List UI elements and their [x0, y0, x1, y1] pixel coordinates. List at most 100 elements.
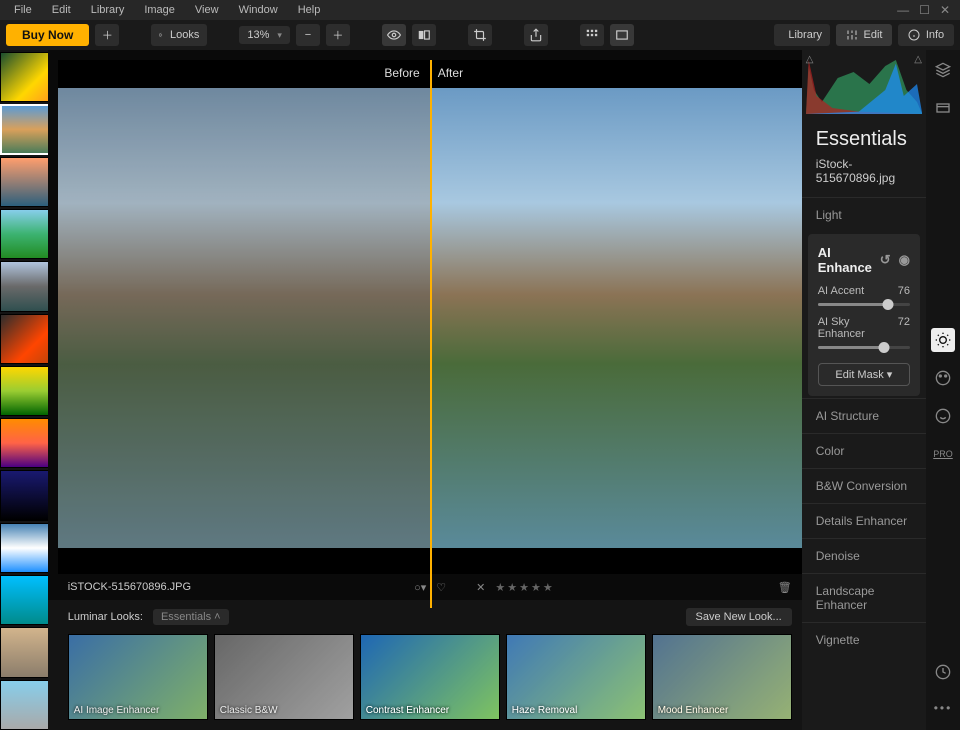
filename-label: iSTOCK-515670896.JPG [68, 581, 191, 593]
thumbnail[interactable] [0, 627, 48, 677]
section-vignette[interactable]: Vignette [802, 622, 926, 657]
titlebar: File Edit Library Image View Window Help… [0, 0, 960, 20]
looks-label: Luminar Looks: [68, 611, 143, 623]
zoom-dropdown[interactable]: 13%▾ [239, 26, 290, 44]
image-footer: iSTOCK-515670896.JPG ○▾ ♡ ✕ ★★★★★ 🗑 [48, 574, 802, 600]
grid-icon [585, 28, 599, 42]
history-tab-icon[interactable] [931, 660, 955, 684]
essentials-tab-icon[interactable] [931, 328, 955, 352]
minimize-icon[interactable]: — [897, 3, 909, 17]
histogram[interactable]: △ △ [806, 54, 922, 114]
compare-icon [417, 28, 431, 42]
thumbnail[interactable] [0, 261, 48, 311]
section-color[interactable]: Color [802, 433, 926, 468]
zoom-in-button[interactable]: ＋ [326, 24, 350, 46]
look-preset[interactable]: Mood Enhancer [652, 634, 792, 720]
rating-stars[interactable]: ★★★★★ [495, 581, 554, 594]
image-canvas[interactable] [58, 88, 802, 548]
thumbnail[interactable] [0, 575, 48, 625]
tab-library[interactable]: Library [774, 24, 830, 46]
panel-title: Essentials [802, 124, 926, 157]
flag-icon[interactable]: ○▾ [414, 581, 426, 594]
after-label: After [438, 66, 463, 80]
look-preset[interactable]: Haze Removal [506, 634, 646, 720]
pro-tab[interactable]: PRO [931, 442, 955, 466]
reject-icon[interactable]: ✕ [476, 581, 485, 594]
heart-icon[interactable]: ♡ [436, 581, 446, 594]
add-button[interactable]: ＋ [95, 24, 119, 46]
menu-library[interactable]: Library [81, 4, 135, 16]
menu-image[interactable]: Image [134, 4, 185, 16]
close-icon[interactable]: ✕ [940, 3, 950, 17]
looks-category[interactable]: Essentials ˄ [153, 609, 229, 625]
looks-button[interactable]: Looks [151, 24, 207, 46]
thumbnail[interactable] [0, 366, 48, 416]
export-button[interactable] [524, 24, 548, 46]
edit-mask-button[interactable]: Edit Mask ▾ [818, 363, 910, 386]
thumbnail[interactable] [0, 314, 48, 364]
right-panel: △ △ Essentials iStock-515670896.jpg Ligh… [802, 50, 960, 730]
portrait-tab-icon[interactable] [931, 404, 955, 428]
filmstrip [0, 50, 48, 730]
section-landscape-enhancer[interactable]: Landscape Enhancer [802, 573, 926, 622]
creative-tab-icon[interactable] [931, 366, 955, 390]
rectangle-icon [615, 28, 629, 42]
slider-ai-sky-enhancer[interactable]: AI Sky Enhancer72 [818, 316, 910, 349]
menu-view[interactable]: View [185, 4, 229, 16]
look-preset[interactable]: Classic B&W [214, 634, 354, 720]
tab-info[interactable]: Info [898, 24, 954, 46]
tab-edit[interactable]: Edit [836, 24, 892, 46]
eye-icon [387, 28, 401, 42]
menu-window[interactable]: Window [229, 4, 288, 16]
visibility-toggle-icon[interactable]: ◉ [899, 252, 910, 268]
thumbnail[interactable] [0, 52, 48, 102]
panel-filename: iStock-515670896.jpg [802, 157, 926, 197]
maximize-icon[interactable]: ☐ [919, 3, 930, 17]
thumbnail[interactable] [0, 680, 48, 730]
info-icon [908, 29, 920, 41]
section-details-enhancer[interactable]: Details Enhancer [802, 503, 926, 538]
menu-help[interactable]: Help [288, 4, 331, 16]
buy-now-button[interactable]: Buy Now [6, 24, 89, 46]
before-label: Before [384, 66, 419, 80]
looks-row: AI Image Enhancer Classic B&W Contrast E… [68, 634, 792, 720]
share-icon [529, 28, 543, 42]
workspace-tabs: PRO ••• [926, 50, 960, 730]
clipping-warning-shadows-icon[interactable]: △ [806, 54, 814, 65]
thumbnail[interactable] [0, 104, 48, 154]
section-denoise[interactable]: Denoise [802, 538, 926, 573]
comparison-view[interactable]: Before After [58, 60, 802, 574]
grid-view-button[interactable] [580, 24, 604, 46]
look-preset[interactable]: Contrast Enhancer [360, 634, 500, 720]
section-ai-enhance[interactable]: AI Enhance ↺ ◉ AI Accent76 AI Sky Enhanc… [808, 234, 920, 396]
section-ai-structure[interactable]: AI Structure [802, 398, 926, 433]
crop-button[interactable] [468, 24, 492, 46]
trash-icon[interactable]: 🗑 [778, 581, 792, 594]
slider-ai-accent[interactable]: AI Accent76 [818, 285, 910, 306]
save-new-look-button[interactable]: Save New Look... [686, 608, 792, 626]
reset-icon[interactable]: ↺ [880, 252, 891, 268]
menu-edit[interactable]: Edit [42, 4, 81, 16]
more-icon[interactable]: ••• [931, 696, 955, 720]
single-view-button[interactable] [610, 24, 634, 46]
thumbnail[interactable] [0, 418, 48, 468]
crop-icon [473, 28, 487, 42]
editor-viewport: Before After iSTOCK-515670896.JPG ○▾ ♡ ✕… [48, 50, 802, 730]
thumbnail[interactable] [0, 209, 48, 259]
section-light[interactable]: Light [802, 197, 926, 232]
compare-toggle[interactable] [412, 24, 436, 46]
thumbnail[interactable] [0, 157, 48, 207]
looks-icon [159, 28, 164, 42]
preview-toggle[interactable] [382, 24, 406, 46]
clipping-warning-highlights-icon[interactable]: △ [914, 54, 922, 65]
section-bw-conversion[interactable]: B&W Conversion [802, 468, 926, 503]
layers-tab-icon[interactable] [931, 58, 955, 82]
look-preset[interactable]: AI Image Enhancer [68, 634, 208, 720]
toolbar: Buy Now ＋ Looks 13%▾ − ＋ Library Edit In… [0, 20, 960, 50]
zoom-out-button[interactable]: − [296, 24, 320, 46]
sliders-icon [846, 29, 858, 41]
menu-file[interactable]: File [4, 4, 42, 16]
thumbnail[interactable] [0, 470, 48, 520]
thumbnail[interactable] [0, 523, 48, 573]
canvas-tab-icon[interactable] [931, 96, 955, 120]
